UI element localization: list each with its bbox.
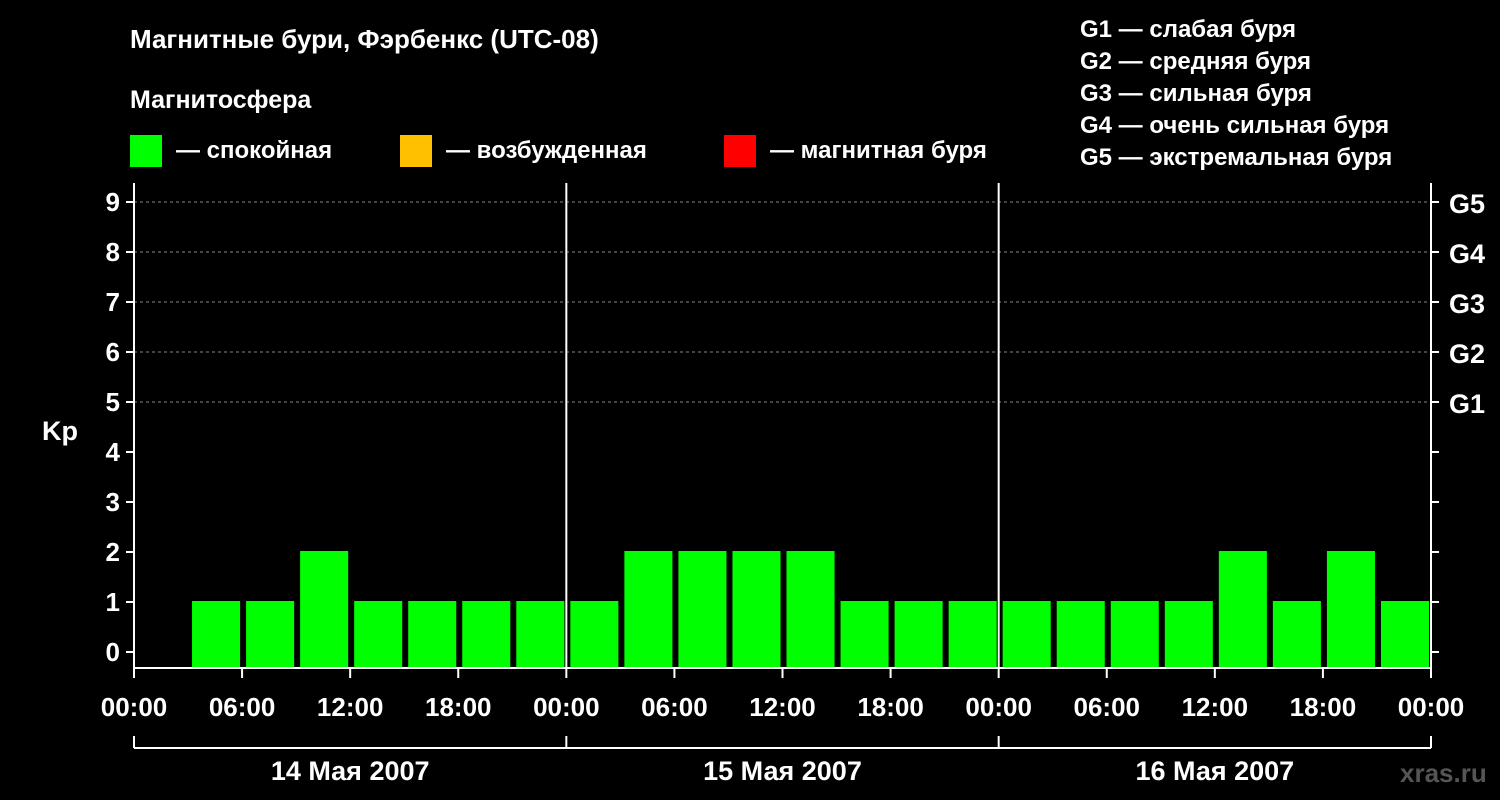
watermark: xras.ru [1400,758,1487,788]
kp-bar [840,601,889,668]
day-label: 14 Мая 2007 [271,756,430,786]
y-tick-label: 1 [106,587,120,617]
y-tick-label: 7 [106,287,120,317]
kp-bar [192,601,241,668]
x-tick-label: 12:00 [749,692,816,722]
kp-bar [1272,601,1321,668]
x-tick-label: 06:00 [641,692,708,722]
kp-bar [948,601,997,668]
g-level-label: G1 [1449,389,1485,419]
kp-bar [1110,601,1159,668]
x-tick-label: 06:00 [1074,692,1141,722]
g-level-label: G5 [1449,189,1485,219]
y-tick-label: 6 [106,337,120,367]
y-tick-label: 3 [106,487,120,517]
x-tick-label: 00:00 [533,692,600,722]
kp-bar [786,551,835,668]
kp-bar [570,601,619,668]
kp-bar [1164,601,1213,668]
x-tick-label: 00:00 [1398,692,1465,722]
x-tick-label: 18:00 [857,692,924,722]
kp-bar [408,601,457,668]
y-tick-label: 9 [106,187,120,217]
kp-bar [1326,551,1375,668]
x-tick-label: 06:00 [209,692,276,722]
g-level-label: G3 [1449,289,1485,319]
g-level-label: G2 [1449,339,1485,369]
x-tick-label: 18:00 [425,692,492,722]
y-axis-label: Kp [42,416,78,446]
y-tick-label: 0 [106,637,120,667]
x-tick-label: 18:00 [1290,692,1357,722]
kp-bar [300,551,349,668]
x-tick-label: 00:00 [965,692,1032,722]
kp-bar [732,551,781,668]
y-tick-label: 4 [106,437,121,467]
kp-bar [678,551,727,668]
kp-bar [624,551,673,668]
x-tick-label: 00:00 [101,692,168,722]
y-tick-label: 2 [106,537,120,567]
y-tick-label: 8 [106,237,120,267]
kp-bar [516,601,565,668]
x-tick-label: 12:00 [317,692,384,722]
day-label: 15 Мая 2007 [703,756,862,786]
kp-bar [894,601,943,668]
y-tick-label: 5 [106,387,120,417]
kp-bar [354,601,403,668]
g-level-label: G4 [1449,239,1485,269]
kp-bar [246,601,295,668]
kp-bar [1380,601,1429,668]
kp-chart: 0 1 2 3 4 5 6 7 8 9 G1 G2 G3 G4 G5 Kp 00:00 06:00 12:00 18:… [42,183,1485,786]
kp-bar [462,601,511,668]
x-tick-label: 12:00 [1182,692,1249,722]
kp-bar [1218,551,1267,668]
kp-bar [1002,601,1051,668]
kp-bar [1056,601,1105,668]
day-label: 16 Мая 2007 [1135,756,1294,786]
